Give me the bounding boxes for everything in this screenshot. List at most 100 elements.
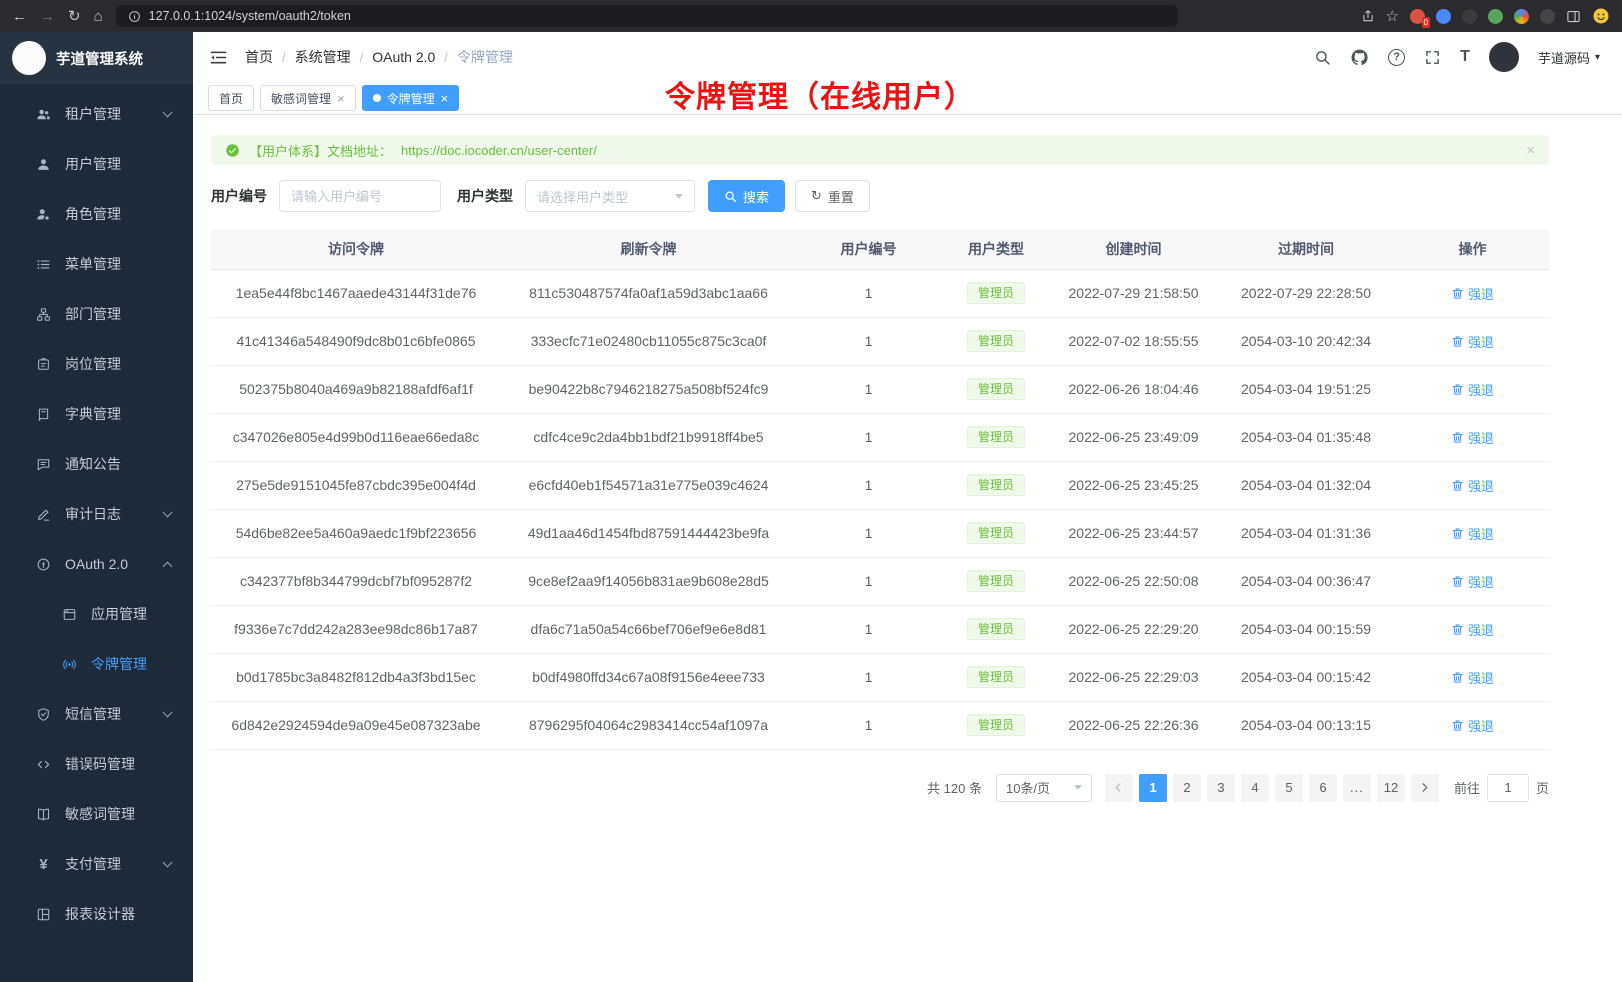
user-icon [36, 157, 51, 172]
trash-icon [1451, 383, 1464, 396]
fullscreen-icon[interactable] [1424, 49, 1441, 66]
tab-sensitive-words[interactable]: 敏感词管理 × [260, 85, 356, 111]
user-type-select[interactable]: 请选择用户类型 [525, 180, 695, 212]
breadcrumb-item[interactable]: 首页 [245, 47, 273, 67]
sidebar-item-menu[interactable]: 菜单管理 [0, 239, 193, 289]
user-id-input[interactable] [279, 180, 441, 212]
browser-reload-icon[interactable]: ↻ [68, 9, 81, 24]
sidebar-item-tenant[interactable]: 租户管理 [0, 89, 193, 139]
extension-icon[interactable] [1462, 9, 1477, 24]
page-button[interactable]: 2 [1173, 774, 1201, 802]
force-logout-button[interactable]: 强退 [1451, 668, 1494, 687]
search-icon[interactable] [1314, 49, 1331, 66]
extension-icon[interactable] [1436, 9, 1451, 24]
address-bar[interactable]: 127.0.0.1:1024/system/oauth2/token [116, 5, 1178, 27]
browser-panel-icon[interactable] [1566, 9, 1581, 24]
prev-page-button[interactable] [1105, 774, 1133, 802]
page-button[interactable]: 3 [1207, 774, 1235, 802]
sidebar-item-label: 租户管理 [65, 104, 121, 124]
page-button[interactable]: 12 [1377, 774, 1405, 802]
user-avatar[interactable] [1489, 42, 1519, 72]
force-logout-button[interactable]: 强退 [1451, 332, 1494, 351]
search-button[interactable]: 搜索 [708, 180, 785, 212]
trash-icon [1451, 575, 1464, 588]
sidebar-item-payment[interactable]: ¥ 支付管理 [0, 839, 193, 889]
user-id-cell: 1 [796, 701, 941, 749]
app-logo[interactable]: 芋道管理系统 [0, 32, 193, 84]
tab-home[interactable]: 首页 [208, 85, 254, 111]
page-size-select[interactable]: 10条/页 [996, 774, 1092, 802]
sidebar-item-role[interactable]: 角色管理 [0, 189, 193, 239]
user-id-cell: 1 [796, 509, 941, 557]
sidebar-item-audit-log[interactable]: 审计日志 [0, 489, 193, 539]
table-row: f9336e7c7dd242a283ee98dc86b17a87 dfa6c71… [211, 605, 1549, 653]
force-logout-button[interactable]: 强退 [1451, 428, 1494, 447]
col-user-id: 用户编号 [796, 229, 941, 269]
close-icon[interactable]: × [1526, 142, 1535, 159]
sidebar-item-post[interactable]: 岗位管理 [0, 339, 193, 389]
user-type-badge: 管理员 [967, 714, 1025, 736]
sidebar-item-error-code[interactable]: 错误码管理 [0, 739, 193, 789]
force-logout-button[interactable]: 强退 [1451, 716, 1494, 735]
force-logout-button[interactable]: 强退 [1451, 476, 1494, 495]
chevron-down-icon [1074, 785, 1082, 790]
sidebar-item-label: 部门管理 [65, 304, 121, 324]
extension-icon[interactable] [1488, 9, 1503, 24]
sidebar-item-oauth[interactable]: OAuth 2.0 [0, 539, 193, 589]
browser-back-icon[interactable]: ← [12, 9, 27, 24]
share-icon[interactable] [1361, 9, 1375, 23]
user-id-label: 用户编号 [211, 186, 267, 206]
created-cell: 2022-06-25 23:49:09 [1051, 413, 1216, 461]
book-icon [36, 407, 51, 422]
doc-link[interactable]: https://doc.iocoder.cn/user-center/ [401, 143, 597, 158]
page-button[interactable]: 5 [1275, 774, 1303, 802]
help-icon[interactable]: ? [1388, 49, 1405, 66]
sidebar-item-report-designer[interactable]: 报表设计器 [0, 889, 193, 939]
sidebar-item-department[interactable]: 部门管理 [0, 289, 193, 339]
breadcrumb-item[interactable]: 系统管理 [295, 47, 351, 67]
sidebar-item-oauth-tokens[interactable]: 令牌管理 [0, 639, 193, 689]
force-logout-button[interactable]: 强退 [1451, 380, 1494, 399]
force-logout-button[interactable]: 强退 [1451, 620, 1494, 639]
site-info-icon[interactable] [128, 10, 141, 23]
sidebar-item-user[interactable]: 用户管理 [0, 139, 193, 189]
next-page-button[interactable] [1411, 774, 1439, 802]
extension-icon[interactable] [1514, 9, 1529, 24]
sidebar-item-notice[interactable]: 通知公告 [0, 439, 193, 489]
close-icon[interactable]: × [337, 91, 345, 106]
broadcast-token-icon [62, 657, 77, 672]
goto-page-input[interactable] [1487, 774, 1529, 802]
refresh-token-cell: dfa6c71a50a54c66bef706ef9e6e8d81 [501, 605, 796, 653]
tab-token-management[interactable]: 令牌管理 × [362, 85, 460, 111]
close-icon[interactable]: × [441, 91, 449, 106]
force-logout-button[interactable]: 强退 [1451, 524, 1494, 543]
browser-profile-avatar[interactable] [1592, 7, 1610, 25]
badge-card-icon [36, 357, 51, 372]
sidebar-item-dictionary[interactable]: 字典管理 [0, 389, 193, 439]
user-menu[interactable]: 芋道源码 ▾ [1538, 48, 1600, 67]
sidebar-item-oauth-apps[interactable]: 应用管理 [0, 589, 193, 639]
bookmark-star-icon[interactable]: ☆ [1386, 9, 1399, 24]
alert-text: 【用户体系】文档地址： [249, 141, 392, 160]
extension-icon[interactable] [1540, 9, 1555, 24]
sidebar-item-label: 角色管理 [65, 204, 121, 224]
github-icon[interactable] [1350, 48, 1369, 67]
extension-icon[interactable]: 0 [1410, 9, 1425, 24]
page-button[interactable]: 4 [1241, 774, 1269, 802]
more-pages-button[interactable]: ... [1343, 774, 1371, 802]
sidebar-item-label: 短信管理 [65, 704, 121, 724]
browser-forward-icon[interactable]: → [40, 9, 55, 24]
url-text: 127.0.0.1:1024/system/oauth2/token [149, 9, 351, 23]
breadcrumb-item[interactable]: OAuth 2.0 [372, 49, 435, 65]
goto-label: 前往 [1454, 778, 1480, 797]
page-button[interactable]: 1 [1139, 774, 1167, 802]
sidebar-item-sms[interactable]: 短信管理 [0, 689, 193, 739]
sidebar-item-sensitive-words[interactable]: 敏感词管理 [0, 789, 193, 839]
font-size-icon[interactable]: T [1460, 48, 1470, 66]
collapse-sidebar-icon[interactable] [209, 48, 228, 67]
page-button[interactable]: 6 [1309, 774, 1337, 802]
browser-home-icon[interactable]: ⌂ [94, 9, 103, 24]
force-logout-button[interactable]: 强退 [1451, 284, 1494, 303]
force-logout-button[interactable]: 强退 [1451, 572, 1494, 591]
reset-button[interactable]: ↻ 重置 [795, 180, 870, 212]
